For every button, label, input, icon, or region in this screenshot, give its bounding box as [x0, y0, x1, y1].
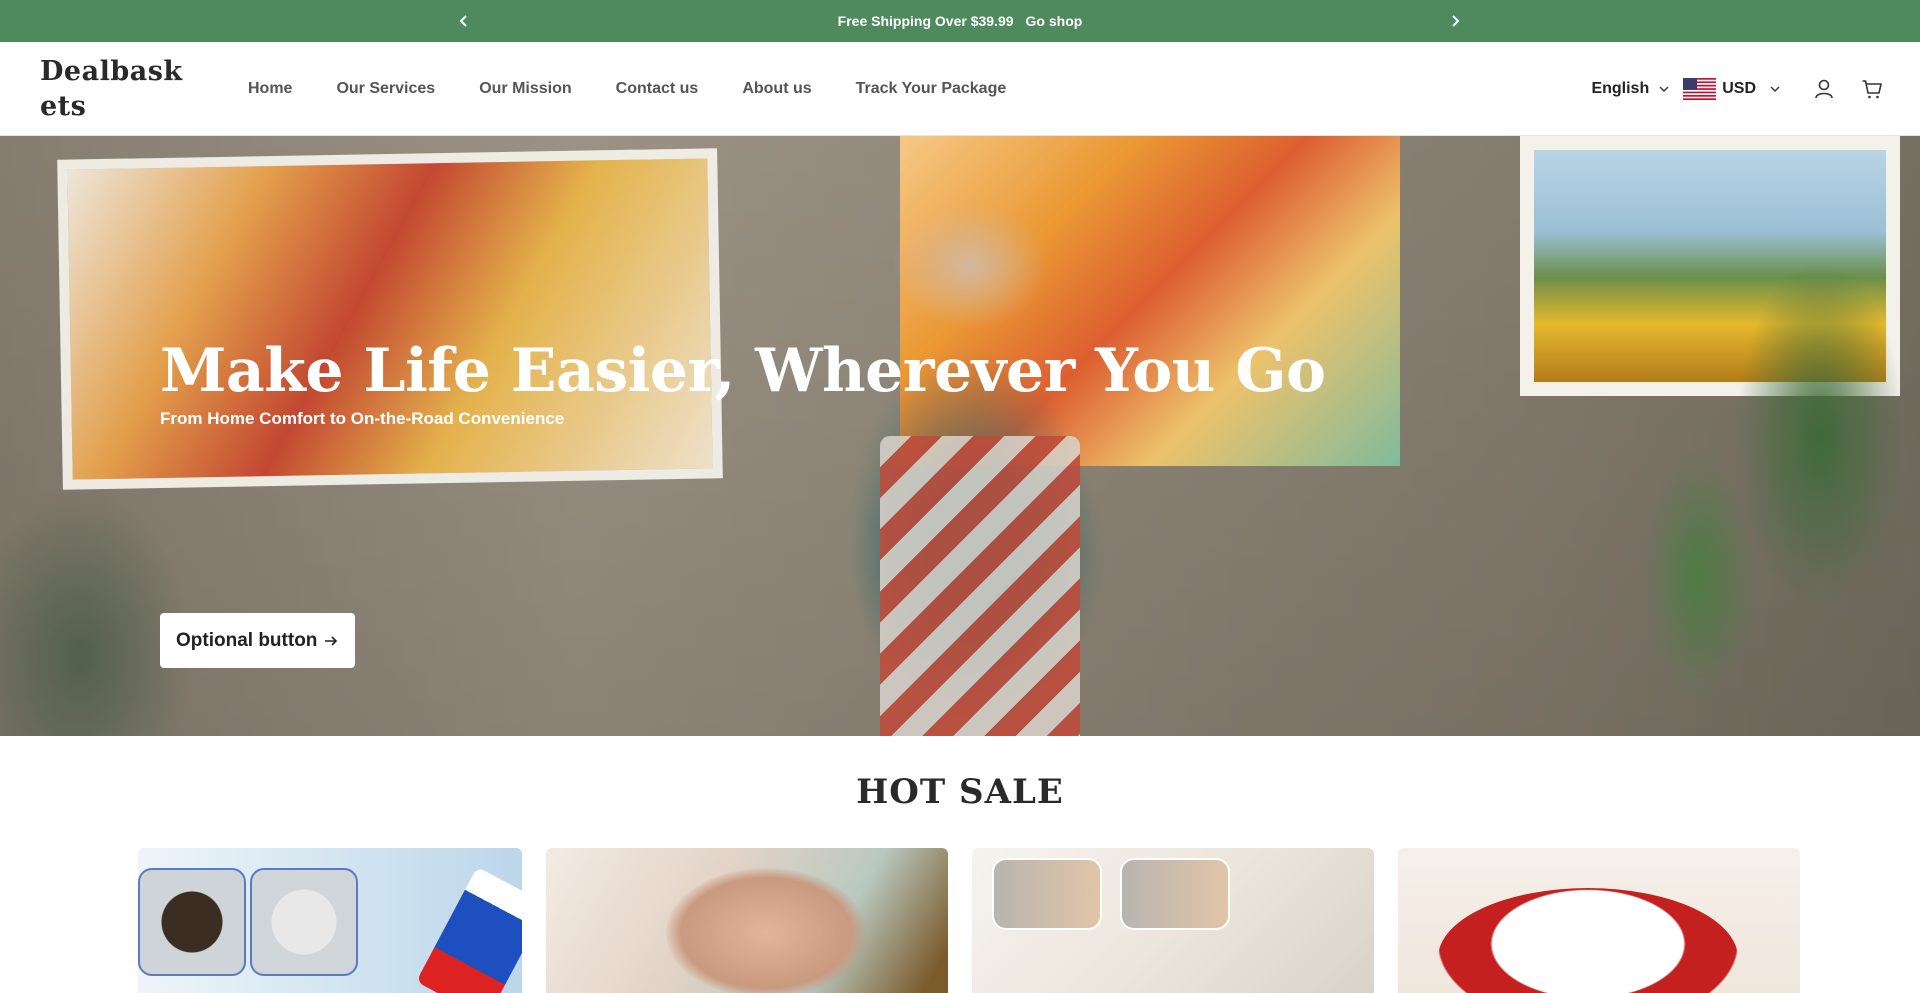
- hero-cta-button[interactable]: Optional button: [160, 613, 356, 668]
- product-thumbnail-right: [1120, 858, 1230, 930]
- before-thumbnail: [138, 868, 246, 976]
- chevron-right-icon: [1452, 15, 1460, 27]
- account-button[interactable]: [1812, 77, 1836, 101]
- nav-item-our-mission[interactable]: Our Mission: [479, 80, 571, 98]
- product-image-hands: [666, 868, 866, 993]
- arrow-right-icon: [325, 635, 338, 646]
- hero-content: Make Life Easier, Wherever You Go From H…: [160, 336, 1326, 668]
- nav-item-our-services[interactable]: Our Services: [336, 80, 435, 98]
- product-card-food-container[interactable]: [1398, 848, 1800, 993]
- header-tools: English USD: [1591, 42, 1884, 136]
- hero-title: Make Life Easier, Wherever You Go: [160, 336, 1326, 406]
- chevron-down-icon: [1659, 84, 1669, 94]
- product-thumbnail-left: [992, 858, 1102, 930]
- hero-image-apron: [880, 436, 1080, 736]
- hero-cta-label: Optional button: [176, 629, 318, 651]
- product-image-bottle: [416, 866, 522, 993]
- currency-label: USD: [1722, 80, 1756, 97]
- language-label: English: [1591, 80, 1650, 97]
- user-icon: [1815, 79, 1833, 99]
- nav-item-home[interactable]: Home: [248, 80, 292, 98]
- main-nav: Home Our Services Our Mission Contact us…: [248, 42, 1006, 136]
- hero-subtitle: From Home Comfort to On-the-Road Conveni…: [160, 409, 565, 428]
- announcement-text: Free Shipping Over $39.99: [837, 13, 1014, 29]
- currency-selector[interactable]: USD: [1683, 78, 1780, 100]
- announcement-message: Free Shipping Over $39.99 Go shop: [0, 0, 1920, 42]
- hero-banner: Make Life Easier, Wherever You Go From H…: [0, 136, 1920, 736]
- product-image-container: [1438, 888, 1738, 993]
- site-logo[interactable]: Dealbaskets: [40, 54, 190, 124]
- chevron-down-icon: [1770, 84, 1780, 94]
- product-card-drain-cleaner[interactable]: [138, 848, 522, 993]
- product-grid: [138, 848, 1800, 993]
- us-flag-icon: [1683, 78, 1717, 100]
- go-shop-link[interactable]: Go shop: [1026, 13, 1083, 29]
- product-card-ice-ball-maker[interactable]: [546, 848, 948, 993]
- nav-item-about-us[interactable]: About us: [742, 80, 811, 98]
- language-selector[interactable]: English: [1591, 80, 1669, 98]
- site-header: Dealbaskets Home Our Services Our Missio…: [0, 42, 1920, 136]
- announcement-next-button[interactable]: [1440, 0, 1470, 42]
- nav-item-track-package[interactable]: Track Your Package: [856, 80, 1007, 98]
- hero-image-plant: [1600, 196, 1920, 736]
- cart-icon: [1862, 80, 1882, 99]
- announcement-bar: Free Shipping Over $39.99 Go shop: [0, 0, 1920, 42]
- hot-sale-heading: HOT SALE: [856, 772, 1064, 812]
- after-thumbnail: [250, 868, 358, 976]
- cart-button[interactable]: [1860, 77, 1884, 101]
- product-card-washer-cleaner[interactable]: [972, 848, 1374, 993]
- hero-image-brushes: [0, 436, 280, 736]
- nav-item-contact-us[interactable]: Contact us: [616, 80, 699, 98]
